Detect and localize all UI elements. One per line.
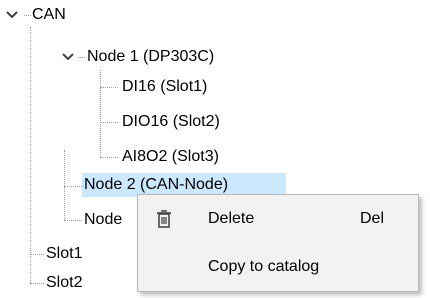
menu-item-copy-to-catalog[interactable]: Copy to catalog [138,247,418,287]
tree-item-label: Node [84,211,123,228]
tree-item-label: Node 1 (DP303C) [87,48,215,65]
trash-icon [157,210,171,228]
tree-item-label: Node 2 (CAN-Node) [84,176,229,193]
tree-connector [78,57,85,58]
tree-item-label: CAN [32,6,66,23]
tree-item-node-3[interactable]: Node [82,208,124,232]
tree-item-dio16[interactable]: DIO16 (Slot2) [120,110,222,134]
chevron-down-icon[interactable] [61,50,75,64]
tree-connector [64,150,65,220]
menu-item-shortcut: Del [360,210,385,227]
tree-item-can[interactable]: CAN [30,3,68,27]
tree-item-di16[interactable]: DI16 (Slot1) [120,75,209,99]
tree-item-label: DI16 (Slot1) [122,78,208,95]
tree-item-node-1[interactable]: Node 1 (DP303C) [85,45,216,69]
tree-connector [100,122,118,123]
tree-item-label: Slot2 [46,274,83,291]
menu-item-label: Delete [208,210,255,227]
tree-item-ai8o2[interactable]: AI8O2 (Slot3) [120,145,221,169]
tree-connector [30,27,31,283]
tree-item-label: AI8O2 (Slot3) [122,148,219,165]
menu-item-delete[interactable]: Delete Del [138,199,418,239]
chevron-down-icon[interactable] [5,8,19,22]
tree-connector [64,220,82,221]
tree-connector [64,186,82,187]
context-menu: Delete Del Copy to catalog [137,194,419,292]
tree-item-label: DIO16 (Slot2) [122,113,220,130]
tree-item-slot2[interactable]: Slot2 [44,271,84,295]
tree-connector [100,87,118,88]
tree-item-slot1[interactable]: Slot1 [44,242,84,266]
tree-connector [100,157,118,158]
tree-connector [30,254,44,255]
tree-item-label: Slot1 [46,245,83,262]
tree-connector [100,70,101,157]
menu-item-label: Copy to catalog [208,258,320,275]
tree-connector [30,283,44,284]
